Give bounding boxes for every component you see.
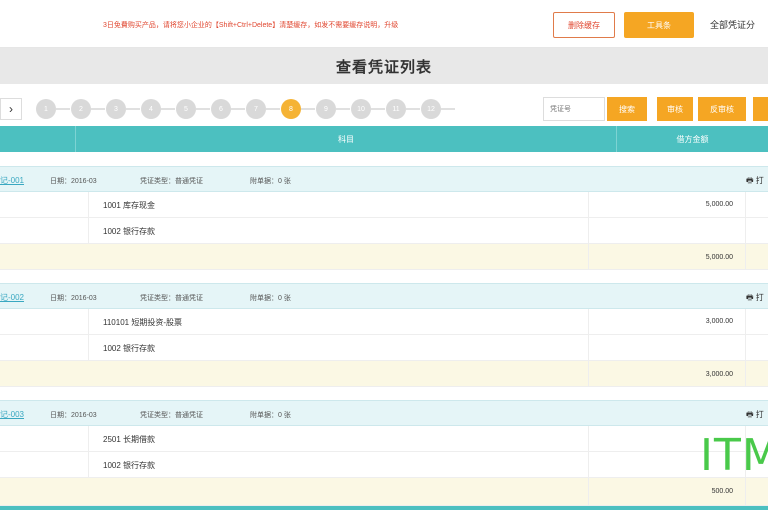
voucher-header: 记-002 日期：2016-03 凭证类型：普通凭证 附单据：0 张 🖶 打	[0, 283, 768, 309]
voucher-attachments: 附单据：0 张	[250, 412, 291, 419]
divider	[745, 192, 746, 270]
debit-cell: 5,000.00	[705, 201, 733, 208]
period-pager: › 1 2 3 4 5 6 7 8 9 10 11 12 搜索 审核 反审核	[0, 92, 768, 126]
account-cell: 1002 银行存款	[103, 461, 156, 470]
print-button[interactable]: 🖶 打	[746, 409, 764, 423]
voucher-type: 凭证类型：普通凭证	[140, 178, 203, 185]
divider	[88, 426, 89, 478]
debit-total: 500.00	[711, 488, 733, 495]
period-step[interactable]: 7	[246, 99, 266, 119]
voucher-attachments: 附单据：0 张	[250, 178, 291, 185]
column-header-account: 科目	[76, 126, 617, 152]
divider	[588, 192, 589, 270]
bottom-accent-bar	[0, 506, 768, 510]
period-step[interactable]: 2	[71, 99, 91, 119]
divider	[745, 309, 746, 387]
voucher-block: 记-002 日期：2016-03 凭证类型：普通凭证 附单据：0 张 🖶 打 1…	[0, 283, 768, 389]
account-cell: 1002 银行存款	[103, 227, 156, 236]
all-vouchers-link[interactable]: 全部凭证分	[710, 18, 755, 31]
voucher-number-link[interactable]: 记-002	[0, 292, 24, 303]
toolbar-button[interactable]: 工具条	[624, 12, 694, 38]
debit-cell: 3,000.00	[705, 318, 733, 325]
search-button[interactable]: 搜索	[607, 97, 647, 121]
table-row: 1002 银行存款	[0, 218, 768, 244]
voucher-total-row: 5,000.00	[0, 244, 768, 270]
period-step[interactable]: 5	[176, 99, 196, 119]
voucher-type: 凭证类型：普通凭证	[140, 295, 203, 302]
period-step[interactable]: 9	[316, 99, 336, 119]
clear-cache-button[interactable]: 删除缓存	[553, 12, 615, 38]
account-cell: 110101 短期投资-股票	[103, 318, 182, 327]
period-step[interactable]: 1	[36, 99, 56, 119]
voucher-date: 日期：2016-03	[50, 178, 97, 185]
divider	[588, 426, 589, 506]
voucher-number-link[interactable]: 记-001	[0, 175, 24, 186]
voucher-number-link[interactable]: 记-003	[0, 409, 24, 420]
account-cell: 1001 库存现金	[103, 201, 156, 210]
voucher-total-row: 3,000.00	[0, 361, 768, 387]
unaudit-button[interactable]: 反审核	[698, 97, 746, 121]
voucher-attachments: 附单据：0 张	[250, 295, 291, 302]
divider	[88, 309, 89, 361]
table-header: 科目 借方金额	[0, 126, 768, 152]
table-row: 2501 长期借款	[0, 426, 768, 452]
voucher-date: 日期：2016-03	[50, 412, 97, 419]
divider	[88, 192, 89, 244]
account-cell: 2501 长期借款	[103, 435, 156, 444]
voucher-header: 记-003 日期：2016-03 凭证类型：普通凭证 附单据：0 张 🖶 打	[0, 400, 768, 426]
voucher-search-input[interactable]	[543, 97, 605, 121]
voucher-type: 凭证类型：普通凭证	[140, 412, 203, 419]
table-row: 1001 库存现金 5,000.00	[0, 192, 768, 218]
period-step[interactable]: 6	[211, 99, 231, 119]
account-cell: 1002 银行存款	[103, 344, 156, 353]
voucher-total-row: 500.00	[0, 478, 768, 506]
debit-total: 3,000.00	[705, 371, 733, 378]
print-button[interactable]: 🖶 打	[746, 292, 764, 306]
period-step[interactable]: 12	[421, 99, 441, 119]
chevron-right-icon[interactable]: ›	[0, 98, 22, 120]
period-step[interactable]: 11	[386, 99, 406, 119]
cache-notice-text: 3日免費购买产品，请将您小企业的【Shift+Ctrl+Delete】清楚缓存，…	[103, 22, 399, 29]
more-action-button[interactable]	[753, 97, 768, 121]
column-header-debit: 借方金额	[676, 134, 709, 144]
divider	[588, 309, 589, 387]
table-row: 110101 短期投资-股票 3,000.00	[0, 309, 768, 335]
page-title: 查看凭证列表	[335, 58, 432, 76]
page-title-bar: 查看凭证列表	[0, 48, 768, 84]
top-notice-bar: 3日免費购买产品，请将您小企业的【Shift+Ctrl+Delete】清楚缓存，…	[0, 0, 768, 48]
period-step[interactable]: 3	[106, 99, 126, 119]
voucher-date: 日期：2016-03	[50, 295, 97, 302]
table-row: 1002 银行存款	[0, 452, 768, 478]
voucher-block: 记-003 日期：2016-03 凭证类型：普通凭证 附单据：0 张 🖶 打 2…	[0, 400, 768, 506]
period-step[interactable]: 4	[141, 99, 161, 119]
table-row: 1002 银行存款	[0, 335, 768, 361]
period-step[interactable]: 10	[351, 99, 371, 119]
watermark-logo: ITM	[700, 430, 768, 481]
period-step-active[interactable]: 8	[281, 99, 301, 119]
audit-button[interactable]: 审核	[657, 97, 693, 121]
voucher-header: 记-001 日期：2016-03 凭证类型：普通凭证 附单据：0 张 🖶 打	[0, 166, 768, 192]
column-header	[0, 126, 76, 152]
voucher-block: 记-001 日期：2016-03 凭证类型：普通凭证 附单据：0 张 🖶 打 1…	[0, 166, 768, 272]
debit-total: 5,000.00	[705, 254, 733, 261]
print-button[interactable]: 🖶 打	[746, 175, 764, 189]
